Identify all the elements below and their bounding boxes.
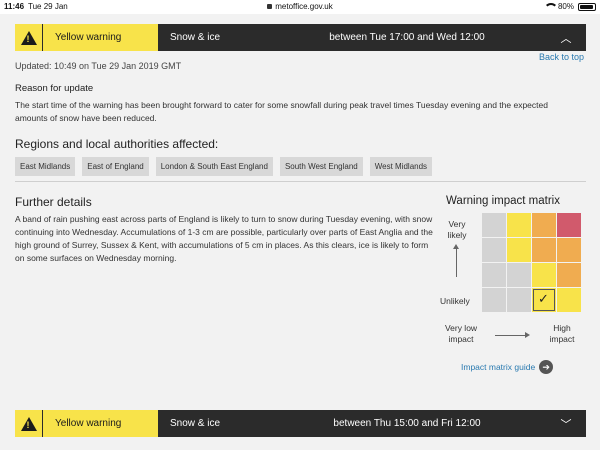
matrix-cell: [482, 288, 506, 312]
unlikely-label: Unlikely: [440, 296, 470, 306]
region-tag: London & South East England: [155, 157, 273, 176]
divider: [15, 181, 586, 182]
chevron-down-icon[interactable]: ﹀: [546, 416, 586, 432]
checkmark-icon: ✓: [538, 291, 549, 306]
likelihood-axis-line: [456, 247, 457, 277]
region-tag: East of England: [82, 157, 149, 176]
battery-percent: 80%: [557, 2, 574, 11]
matrix-cell: [532, 263, 556, 287]
warning-icon-box: !: [15, 24, 43, 51]
warning-range: between Tue 17:00 and Wed 12:00: [329, 32, 485, 43]
battery-icon: [578, 2, 596, 11]
matrix-cell: [482, 263, 506, 287]
very-low-impact-label: Very low impact: [444, 323, 478, 344]
matrix-cell: ✓: [532, 288, 556, 312]
warning-triangle-icon: !: [20, 30, 37, 45]
warning-type: Snow & ice: [170, 32, 221, 43]
wifi-icon: [543, 3, 558, 10]
warning-icon-box: !: [15, 410, 43, 437]
reason-text: The start time of the warning has been b…: [15, 100, 548, 123]
matrix-cell: [557, 288, 581, 312]
matrix-heading: Warning impact matrix: [446, 195, 560, 207]
warning-triangle-icon: !: [20, 416, 37, 431]
matrix-cell: [482, 213, 506, 237]
lock-icon: [267, 4, 273, 9]
very-likely-label: Very likely: [447, 219, 467, 240]
reason-heading: Reason for update: [15, 83, 94, 94]
regions-heading: Regions and local authorities affected:: [15, 137, 219, 151]
arrow-circle-right-icon: ➔: [539, 360, 554, 374]
matrix-cell: [507, 263, 531, 287]
guide-label: Impact matrix guide: [461, 362, 536, 372]
matrix-cell: [532, 213, 556, 237]
url-text: metoffice.gov.uk: [275, 2, 333, 11]
matrix-cell: [482, 238, 506, 262]
region-tag: West Midlands: [369, 157, 433, 176]
status-right: 80%: [543, 2, 596, 11]
matrix-cell: [507, 288, 531, 312]
matrix-cell: [507, 213, 531, 237]
warning-bar-top[interactable]: ! Yellow warning Snow & ice between Tue …: [15, 24, 586, 51]
warning-level: Yellow warning: [43, 24, 158, 51]
matrix-cell: [557, 263, 581, 287]
impact-matrix: ✓: [482, 213, 582, 313]
status-bar: 11:46 Tue 29 Jan metoffice.gov.uk 80%: [0, 0, 600, 14]
updated-text: Updated: 10:49 on Tue 29 Jan 2019 GMT: [15, 61, 182, 71]
region-tag: East Midlands: [15, 157, 76, 176]
further-details-text: A band of rain pushing east across parts…: [15, 214, 433, 263]
further-details-heading: Further details: [15, 195, 92, 209]
arrow-right-icon: [525, 332, 530, 338]
address-bar[interactable]: metoffice.gov.uk: [0, 2, 600, 11]
matrix-cell: [532, 238, 556, 262]
warning-bar-bottom[interactable]: ! Yellow warning Snow & ice between Thu …: [15, 410, 586, 437]
region-tags: East Midlands East of England London & S…: [15, 157, 433, 176]
warning-range: between Thu 15:00 and Fri 12:00: [333, 418, 481, 429]
warning-level: Yellow warning: [43, 410, 158, 437]
impact-matrix-guide-link[interactable]: Impact matrix guide ➔: [461, 360, 554, 374]
chevron-up-icon[interactable]: ︿: [546, 30, 586, 46]
warning-type: Snow & ice: [170, 418, 221, 429]
impact-axis-line: [495, 335, 525, 336]
back-to-top-link[interactable]: Back to top: [539, 52, 584, 62]
region-tag: South West England: [279, 157, 363, 176]
high-impact-label: High impact: [549, 323, 575, 344]
matrix-cell: [557, 213, 581, 237]
matrix-cell: [507, 238, 531, 262]
matrix-cell: [557, 238, 581, 262]
